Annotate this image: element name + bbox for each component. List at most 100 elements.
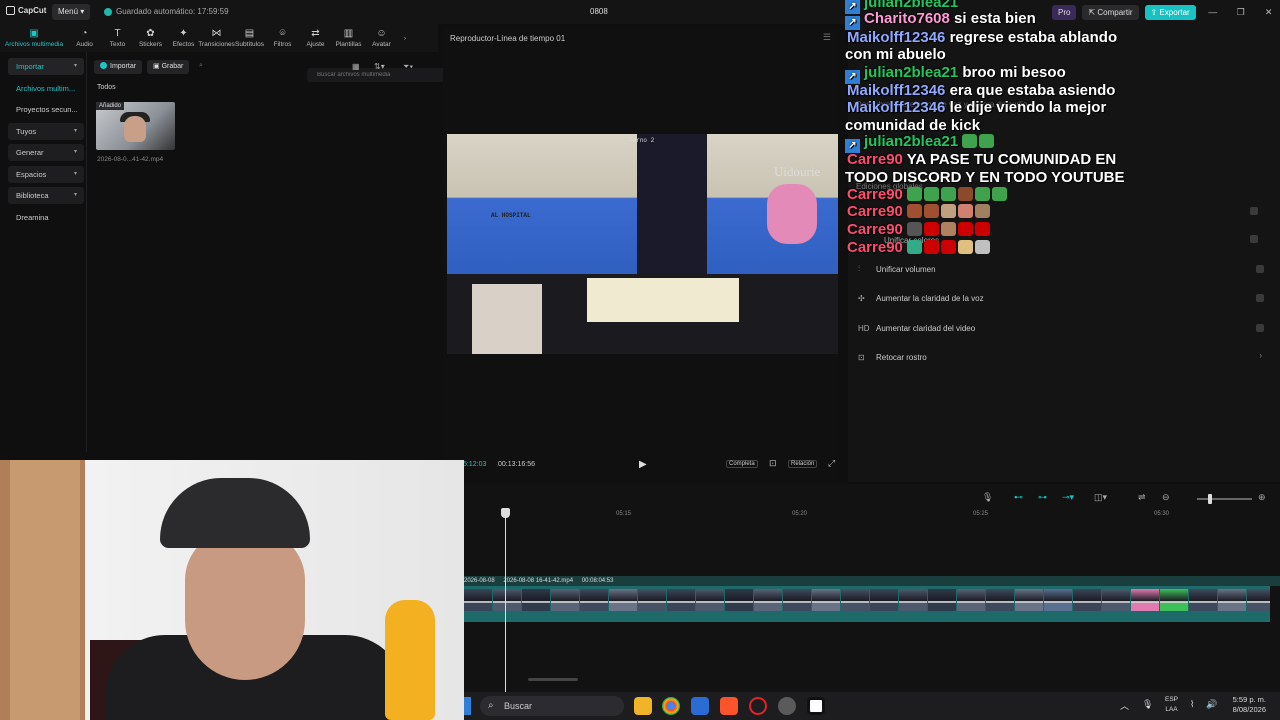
option-voice-clarity[interactable]: ✣ Aumentar la claridad de la voz [858,285,1266,311]
chevron-down-icon: ▾ [73,192,77,198]
tool-transitions[interactable]: ⋈ Transiciones [198,24,235,52]
sidebar-item-6[interactable]: Biblioteca ▾ [8,187,84,204]
language-line-1: ESP [1165,696,1179,703]
sidebar-item-1[interactable]: Archivos multim... [8,80,84,97]
grid-view-icon[interactable]: ▦ [352,62,360,71]
ruler-label: 05:30 [1154,511,1170,517]
chevron-down-icon: ▾ [80,7,85,16]
pro-badge[interactable]: Pro [1052,4,1077,20]
added-badge: Añadido [96,102,125,110]
video-pink-figure [767,184,817,244]
player-title: Reproductor-Línea de tiempo 01 [450,34,566,43]
sidebar-item-label: Proyectos secun... [16,105,78,114]
sidebar-item-5[interactable]: Espacios ▾ [8,165,84,183]
clip-frame [1218,589,1246,611]
snap-icon[interactable]: ⊸▾ [1062,492,1074,503]
file-explorer-icon[interactable] [634,697,652,715]
sort-icon[interactable]: ⇅▾ [374,62,385,71]
link-icon[interactable]: ⊷ [1014,492,1023,503]
playhead[interactable] [505,508,506,692]
crop-icon[interactable]: ⊡ [769,458,777,469]
tool-adjust[interactable]: ⇄ Ajuste [299,24,332,52]
language-indicator[interactable]: ESP LAA [1165,695,1178,715]
tool-effects[interactable]: ✦ Efectos [167,24,200,52]
video-paper [587,278,739,322]
chrome-icon[interactable] [662,697,680,715]
capcut-logo-icon [6,6,15,15]
media-clip-thumbnail[interactable]: Añadido [96,102,175,150]
tool-templates[interactable]: ▥ Plantillas [332,24,365,52]
menu-button[interactable]: Menú ▾ [52,4,91,20]
tool-sticker[interactable]: ✿ Stickers [134,24,167,52]
timeline-scrollbar[interactable] [528,678,578,681]
thumb-face [124,116,146,142]
search-icon: ⌕ [488,700,494,711]
autosave-icon [104,7,112,16]
toolbar-more-icon[interactable]: › [398,24,412,52]
opera-icon[interactable] [749,697,767,715]
export-button[interactable]: ⇧ Exportar [1144,4,1196,20]
fullscreen-icon[interactable]: ⤢ [828,458,835,469]
tool-audio[interactable]: ◔ Audio [68,24,101,52]
filter-all-label[interactable]: Todos [97,84,116,91]
clip-frame [1189,589,1217,611]
quality-button[interactable]: Completa [726,460,758,468]
zoom-slider-handle[interactable] [1208,494,1212,504]
toggle-switch[interactable] [1250,207,1258,215]
option-toggle[interactable] [1256,265,1264,273]
sidebar-item-2[interactable]: Proyectos secun... [8,101,84,118]
filter-icon[interactable]: ⏷▾ [403,62,413,72]
play-button[interactable]: ▶ [639,459,647,470]
minimize-icon[interactable]: — [1202,7,1224,17]
option-toggle[interactable] [1256,324,1264,332]
zoom-in-icon[interactable]: ⊕ [1258,492,1266,503]
import-button[interactable]: Importar [94,60,143,74]
video-preview[interactable]: Turno 2 AL HOSPITAL Uidourie [447,134,838,354]
unify-colors-toggle[interactable] [1250,235,1258,243]
app-logo: CapCut [6,6,46,15]
sidebar-item-7[interactable]: Dreamina [8,209,84,226]
media-search-box[interactable]: ⌕ [197,60,447,82]
split-view-icon[interactable]: ◫▾ [1094,492,1107,503]
tray-chevron-icon[interactable]: ︿ [1120,699,1129,712]
zoom-out-icon[interactable]: ⊖ [1162,492,1170,503]
record-button[interactable]: ▣ Grabar [147,60,190,74]
tool-filters[interactable]: ⌾ Filtros [266,24,299,52]
microphone-icon[interactable]: 🎙 [982,492,993,503]
share-button[interactable]: ⇱ Compartir [1082,4,1139,20]
tool-text[interactable]: T Texto [101,24,134,52]
wifi-icon[interactable]: ⌇ [1190,699,1194,710]
maximize-icon[interactable]: ❐ [1230,7,1252,18]
tool-media[interactable]: ▣ Archivos multimedia [0,24,68,52]
sidebar-item-4[interactable]: Generar ▾ [8,144,84,161]
taskbar-clock[interactable]: 5:59 p. m. 8/08/2026 [1233,695,1266,715]
playhead-handle[interactable] [501,508,510,518]
start-icon[interactable] [464,697,471,715]
option-volume[interactable]: ⫶ Unificar volumen [858,256,1266,282]
clip-frame [841,589,869,611]
magnet-icon[interactable]: ⊶ [1038,492,1047,503]
aspect-ratio-button[interactable]: Relación [788,460,818,468]
option-toggle[interactable] [1256,294,1264,302]
store-icon[interactable] [691,697,709,715]
clip-frame [812,589,840,611]
tool-label: Avatar [372,40,391,48]
tool-avatar[interactable]: ☺ Avatar [365,24,398,52]
option-face-retouch[interactable]: ⊡ Retocar rostro › [858,344,1266,370]
option-hd[interactable]: HD Aumentar claridad del video [858,315,1266,341]
sidebar-item-3[interactable]: Tuyos ▾ [8,122,84,140]
tray-mic-icon[interactable]: 🎙 [1142,699,1153,710]
close-icon[interactable]: ✕ [1258,7,1280,18]
player-menu-icon[interactable]: ☰ [823,32,831,43]
taskbar-search[interactable]: ⌕ Buscar [480,696,624,716]
brave-icon[interactable] [720,697,738,715]
capcut-taskbar-icon[interactable] [807,697,825,715]
tool-subtitles[interactable]: ▤ Subtítulos [233,24,266,52]
video-clip[interactable] [464,586,1270,622]
preview-icon[interactable]: ⇌ [1138,492,1146,503]
speaker-icon[interactable]: 🔊 [1206,699,1217,710]
tool-label: Efectos [172,40,195,48]
zoom-slider[interactable] [1197,498,1252,500]
obs-icon[interactable] [778,697,796,715]
sidebar-item-0[interactable]: Importar ▾ [8,58,84,75]
